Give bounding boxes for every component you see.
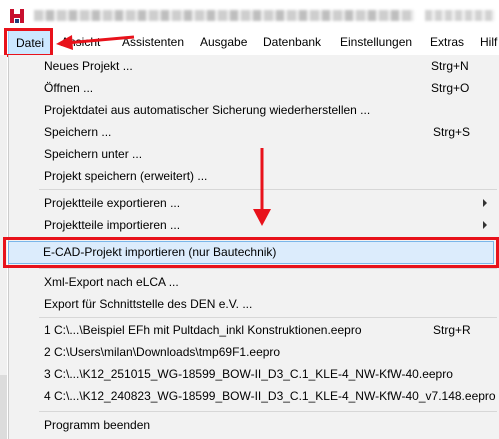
menu-item-export-den[interactable]: Export für Schnittstelle des DEN e.V. ..… <box>9 293 497 315</box>
menu-item-speichern-erweitert[interactable]: Projekt speichern (erweitert) ... <box>9 165 497 187</box>
menu-item-oeffnen[interactable]: Öffnen ... Strg+O <box>9 77 497 99</box>
window-title-blurred <box>34 10 414 21</box>
menu-item-recent-4[interactable]: 4 C:\...\K12_240823_WG-18599_BOW-II_D3_C… <box>9 385 497 407</box>
menu-item-shortcut: Strg+S <box>433 125 471 139</box>
menu-item-programm-beenden[interactable]: Programm beenden <box>9 414 497 436</box>
menu-ansicht[interactable]: Ansicht <box>61 30 100 55</box>
menu-separator <box>39 317 497 318</box>
datei-annotation-frame <box>4 28 53 57</box>
menu-item-label: Neues Projekt ... <box>44 59 133 73</box>
menu-einstellungen[interactable]: Einstellungen <box>340 30 412 55</box>
menu-item-label: Projektteile importieren ... <box>44 218 181 232</box>
menu-item-speichern-unter[interactable]: Speichern unter ... <box>9 143 497 165</box>
menu-separator <box>39 411 497 412</box>
menu-item-shortcut: Strg+N <box>431 59 469 73</box>
menu-item-label: Programm beenden <box>44 418 151 432</box>
menu-item-label: 2 C:\Users\milan\Downloads\tmp69F1.eepro <box>44 345 281 359</box>
menu-separator <box>39 268 497 269</box>
menu-hilfe[interactable]: Hilf <box>480 30 497 55</box>
menu-ausgabe[interactable]: Ausgabe <box>200 30 247 55</box>
menu-item-label: Xml-Export nach eLCA ... <box>44 275 179 289</box>
menu-item-shortcut: Strg+O <box>431 81 470 95</box>
menu-separator <box>39 189 497 190</box>
menu-item-label: 4 C:\...\K12_240823_WG-18599_BOW-II_D3_C… <box>44 389 496 403</box>
menu-item-label: Öffnen ... <box>44 81 94 95</box>
menu-item-label: 3 C:\...\K12_251015_WG-18599_BOW-II_D3_C… <box>44 367 453 381</box>
background-highlight <box>0 375 7 439</box>
menu-item-label: Export für Schnittstelle des DEN e.V. ..… <box>44 297 253 311</box>
menu-item-projektteile-exportieren[interactable]: Projektteile exportieren ... <box>9 192 497 214</box>
window-title-blurred-end <box>425 10 495 21</box>
menu-datenbank[interactable]: Datenbank <box>263 30 321 55</box>
menu-item-label: Projektteile exportieren ... <box>44 196 181 210</box>
menu-item-label: Speichern unter ... <box>44 147 143 161</box>
menu-item-projektteile-importieren[interactable]: Projektteile importieren ... <box>9 214 497 236</box>
menu-assistenten[interactable]: Assistenten <box>122 30 184 55</box>
submenu-arrow-icon <box>483 199 487 207</box>
menu-item-label: 1 C:\...\Beispiel EFh mit Pultdach_inkl … <box>44 323 362 337</box>
menu-item-label: Projekt speichern (erweitert) ... <box>44 169 208 183</box>
menu-extras[interactable]: Extras <box>430 30 464 55</box>
menu-bar: Datei Ansicht Assistenten Ausgabe Datenb… <box>0 30 499 56</box>
title-bar <box>0 0 499 30</box>
menu-item-xml-export-elca[interactable]: Xml-Export nach eLCA ... <box>9 271 497 293</box>
menu-item-recent-2[interactable]: 2 C:\Users\milan\Downloads\tmp69F1.eepro <box>9 341 497 363</box>
menu-item-speichern[interactable]: Speichern ... Strg+S <box>9 121 497 143</box>
submenu-arrow-icon <box>483 221 487 229</box>
ecad-annotation-frame <box>3 237 499 268</box>
menu-item-shortcut: Strg+R <box>433 323 471 337</box>
menu-item-label: Speichern ... <box>44 125 112 139</box>
menu-item-recent-1[interactable]: 1 C:\...\Beispiel EFh mit Pultdach_inkl … <box>9 319 497 341</box>
menu-item-label: Projektdatei aus automatischer Sicherung… <box>44 103 371 117</box>
h-logo-icon <box>9 8 25 24</box>
menu-item-neues-projekt[interactable]: Neues Projekt ... Strg+N <box>9 55 497 77</box>
menu-item-recent-3[interactable]: 3 C:\...\K12_251015_WG-18599_BOW-II_D3_C… <box>9 363 497 385</box>
menu-item-wiederherstellen[interactable]: Projektdatei aus automatischer Sicherung… <box>9 99 497 121</box>
